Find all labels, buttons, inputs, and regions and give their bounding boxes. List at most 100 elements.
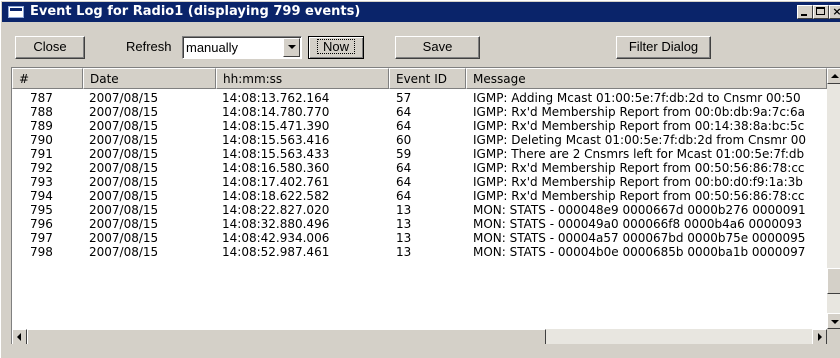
cell-number: 792 (30, 161, 53, 175)
cell-event-id: 13 (396, 231, 412, 245)
refresh-dropdown-button[interactable] (283, 38, 300, 57)
save-button[interactable]: Save (395, 36, 480, 59)
column-header-event-id[interactable]: Event ID (389, 68, 466, 89)
refresh-select-value: manually (186, 40, 239, 55)
cell-time: 14:08:15.471.390 (222, 119, 330, 133)
chevron-up-icon (831, 74, 839, 78)
cell-date: 2007/08/15 (89, 161, 159, 175)
close-button[interactable]: Close (15, 36, 85, 59)
table-row[interactable]: 787 2007/08/15 14:08:13.762.164 57 IGMP: Add… (12, 91, 827, 105)
cell-number: 794 (30, 189, 53, 203)
cell-message: MON: STATS - 000049a0 000066f8 0000b4a6 … (473, 217, 802, 231)
column-header-date[interactable]: Date (83, 68, 216, 89)
cell-time: 14:08:42.934.006 (222, 231, 330, 245)
scroll-up-button[interactable] (827, 68, 840, 84)
cell-message: IGMP: Rx'd Membership Report from 00:14:… (473, 119, 805, 133)
minimize-button[interactable] (797, 5, 813, 19)
table-header: # Date hh:mm:ss Event ID Message (12, 68, 827, 89)
cell-event-id: 64 (396, 189, 412, 203)
cell-time: 14:08:52.987.461 (222, 245, 330, 259)
cell-time: 14:08:17.402.761 (222, 175, 330, 189)
chevron-down-icon (831, 320, 839, 324)
cell-number: 796 (30, 217, 53, 231)
event-log-window: Event Log for Radio1 (displaying 799 eve… (0, 0, 840, 358)
filter-dialog-button[interactable]: Filter Dialog (616, 36, 711, 59)
table-row[interactable]: 794 2007/08/15 14:08:18.622.582 64 IGMP: Rx'… (12, 189, 827, 203)
column-header-number[interactable]: # (12, 68, 83, 89)
column-header-message[interactable]: Message (466, 68, 827, 89)
table-body: 787 2007/08/15 14:08:13.762.164 57 IGMP: Add… (12, 91, 827, 259)
cell-date: 2007/08/15 (89, 203, 159, 217)
close-window-button[interactable]: × (829, 5, 840, 19)
cell-message: IGMP: Adding Mcast 01:00:5e:7f:db:2d to … (473, 91, 801, 105)
scroll-down-button[interactable] (827, 313, 840, 329)
window-title: Event Log for Radio1 (displaying 799 eve… (30, 4, 361, 19)
cell-event-id: 64 (396, 105, 412, 119)
title-bar[interactable]: Event Log for Radio1 (displaying 799 eve… (2, 2, 840, 22)
table-row[interactable]: 788 2007/08/15 14:08:14.780.770 64 IGMP: Rx'… (12, 105, 827, 119)
table-row[interactable]: 792 2007/08/15 14:08:16.580.360 64 IGMP: Rx'… (12, 161, 827, 175)
chevron-left-icon (17, 333, 21, 341)
cell-message: MON: STATS - 000048e9 0000667d 0000b276 … (473, 203, 806, 217)
cell-event-id: 64 (396, 119, 412, 133)
cell-number: 788 (30, 105, 53, 119)
cell-number: 793 (30, 175, 53, 189)
cell-date: 2007/08/15 (89, 175, 159, 189)
cell-number: 791 (30, 147, 53, 161)
cell-message: IGMP: Deleting Mcast 01:00:5e:7f:db:2d f… (473, 133, 806, 147)
cell-time: 14:08:16.580.360 (222, 161, 330, 175)
cell-event-id: 13 (396, 245, 412, 259)
cell-event-id: 13 (396, 203, 412, 217)
cell-date: 2007/08/15 (89, 245, 159, 259)
cell-message: IGMP: There are 2 Cnsmrs left for Mcast … (473, 147, 805, 161)
table-row[interactable]: 790 2007/08/15 14:08:15.563.416 60 IGMP: Del… (12, 133, 827, 147)
cell-number: 795 (30, 203, 53, 217)
scroll-right-button[interactable] (812, 329, 827, 344)
chevron-down-icon (288, 45, 296, 49)
cell-event-id: 59 (396, 147, 412, 161)
table-row[interactable]: 795 2007/08/15 14:08:22.827.020 13 MON: STAT… (12, 203, 827, 217)
scroll-left-button[interactable] (12, 329, 27, 344)
event-list[interactable]: # Date hh:mm:ss Event ID Message 787 2007… (11, 67, 840, 344)
refresh-select[interactable]: manually (182, 36, 302, 59)
cell-date: 2007/08/15 (89, 189, 159, 203)
cell-event-id: 57 (396, 91, 412, 105)
cell-message: IGMP: Rx'd Membership Report from 00:50:… (473, 189, 805, 203)
now-button[interactable]: Now (308, 36, 364, 59)
horizontal-scrollbar[interactable] (12, 329, 827, 344)
table-row[interactable]: 793 2007/08/15 14:08:17.402.761 64 IGMP: Rx'… (12, 175, 827, 189)
cell-date: 2007/08/15 (89, 231, 159, 245)
cell-number: 787 (30, 91, 53, 105)
cell-event-id: 13 (396, 217, 412, 231)
cell-message: MON: STATS - 00004a57 000067bd 0000b75e … (473, 231, 806, 245)
cell-event-id: 64 (396, 161, 412, 175)
table-row[interactable]: 798 2007/08/15 14:08:52.987.461 13 MON: STAT… (12, 245, 827, 259)
column-header-time[interactable]: hh:mm:ss (216, 68, 389, 89)
cell-date: 2007/08/15 (89, 119, 159, 133)
refresh-label: Refresh (126, 39, 172, 54)
horizontal-scroll-thumb[interactable] (27, 329, 546, 344)
table-row[interactable]: 791 2007/08/15 14:08:15.563.433 59 IGMP: The… (12, 147, 827, 161)
table-row[interactable]: 797 2007/08/15 14:08:42.934.006 13 MON: STAT… (12, 231, 827, 245)
cell-number: 790 (30, 133, 53, 147)
chevron-right-icon (818, 333, 822, 341)
vertical-scroll-thumb[interactable] (827, 268, 840, 294)
cell-date: 2007/08/15 (89, 147, 159, 161)
cell-time: 14:08:15.563.433 (222, 147, 330, 161)
cell-date: 2007/08/15 (89, 217, 159, 231)
cell-date: 2007/08/15 (89, 133, 159, 147)
maximize-button[interactable] (813, 5, 829, 19)
window-icon (8, 6, 24, 18)
close-icon: × (832, 5, 840, 18)
cell-date: 2007/08/15 (89, 91, 159, 105)
cell-message: MON: STATS - 00004b0e 0000685b 0000ba1b … (473, 245, 806, 259)
cell-message: IGMP: Rx'd Membership Report from 00:50:… (473, 161, 805, 175)
toolbar: Close Refresh manually Now Save Filter D… (2, 22, 840, 67)
minimize-icon (798, 6, 812, 18)
vertical-scrollbar[interactable] (827, 68, 840, 329)
cell-time: 14:08:14.780.770 (222, 105, 330, 119)
table-row[interactable]: 789 2007/08/15 14:08:15.471.390 64 IGMP: Rx'… (12, 119, 827, 133)
table-row[interactable]: 796 2007/08/15 14:08:32.880.496 13 MON: STAT… (12, 217, 827, 231)
cell-event-id: 64 (396, 175, 412, 189)
cell-event-id: 60 (396, 133, 412, 147)
